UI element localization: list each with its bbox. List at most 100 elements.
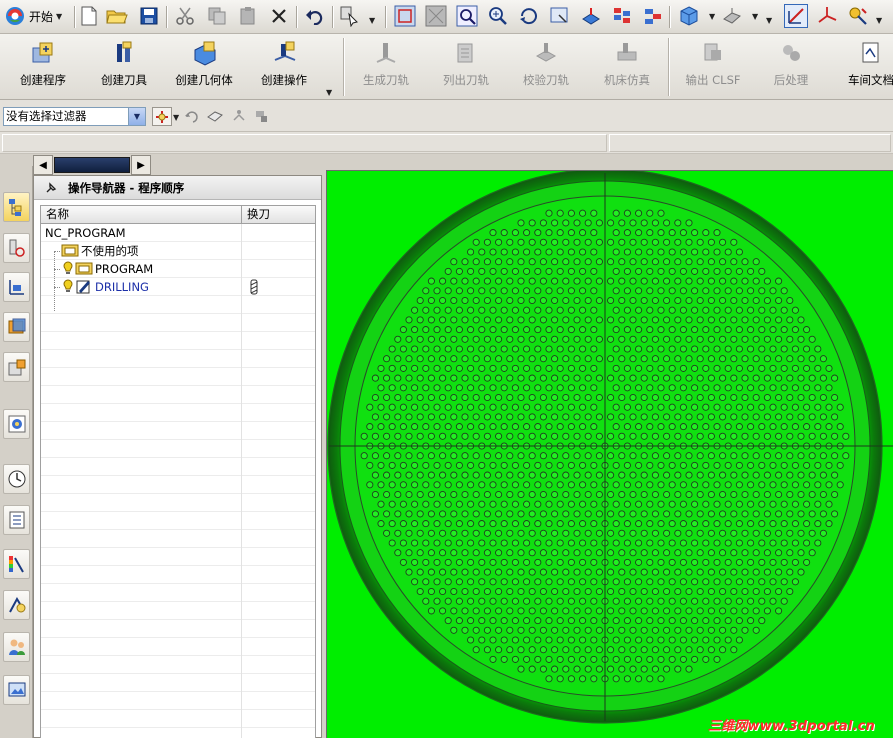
machine-simulation-button[interactable]: 机床仿真 bbox=[597, 38, 657, 96]
fit-view-icon[interactable] bbox=[393, 4, 417, 28]
snap-point-button[interactable] bbox=[152, 107, 172, 126]
motion-icon[interactable] bbox=[846, 4, 870, 28]
table-row[interactable]: DRILLING bbox=[41, 278, 315, 296]
shaded-cube-icon[interactable] bbox=[677, 4, 701, 28]
web-browser-icon[interactable] bbox=[3, 409, 30, 439]
drill-hole bbox=[556, 306, 564, 314]
select-feature-icon[interactable] bbox=[230, 108, 248, 127]
verify-toolpath-button[interactable]: 校验刀轨 bbox=[516, 38, 576, 96]
render-style-icon[interactable] bbox=[720, 4, 744, 28]
chevron-down-icon[interactable]: ▼ bbox=[766, 16, 772, 25]
rotate-icon[interactable] bbox=[517, 4, 541, 28]
chevron-down-icon[interactable]: ▼ bbox=[709, 12, 715, 21]
display-settings-icon[interactable] bbox=[3, 675, 30, 705]
drill-hole bbox=[691, 617, 699, 625]
color-palette-icon[interactable] bbox=[3, 549, 30, 579]
user-roles-icon[interactable] bbox=[3, 632, 30, 662]
paste-icon[interactable] bbox=[236, 4, 260, 28]
system-materials-icon[interactable] bbox=[3, 505, 30, 535]
pan-icon[interactable] bbox=[548, 4, 572, 28]
create-program-button[interactable]: 创建程序 bbox=[14, 38, 72, 96]
chevron-down-icon[interactable]: ▼ bbox=[128, 108, 145, 125]
chevron-down-icon[interactable]: ▼ bbox=[876, 16, 882, 25]
drill-hole bbox=[539, 607, 547, 615]
chevron-down-icon[interactable]: ▼ bbox=[56, 12, 62, 21]
drill-hole bbox=[607, 355, 615, 363]
drill-hole bbox=[691, 403, 699, 411]
select-tool-icon[interactable] bbox=[338, 4, 362, 28]
zoom-window-icon[interactable] bbox=[424, 4, 448, 28]
wcs-icon[interactable] bbox=[784, 4, 808, 28]
replay-icon[interactable] bbox=[641, 4, 665, 28]
select-back-icon[interactable] bbox=[184, 108, 200, 127]
tool-path-icon[interactable] bbox=[579, 4, 603, 28]
geometry-navigator-icon[interactable] bbox=[3, 272, 30, 302]
drill-hole bbox=[685, 413, 693, 421]
csys-icon[interactable] bbox=[815, 4, 839, 28]
create-tool-button[interactable]: 创建刀具 bbox=[95, 38, 153, 96]
drill-hole bbox=[707, 335, 715, 343]
undo-icon[interactable] bbox=[303, 4, 327, 28]
postprocess-button[interactable]: 后处理 bbox=[763, 38, 819, 96]
type-filter-select[interactable]: 没有选择过滤器 ▼ bbox=[3, 107, 146, 126]
drill-hole bbox=[707, 277, 715, 285]
chevron-left-icon[interactable]: ◀ bbox=[33, 155, 53, 175]
history-icon[interactable] bbox=[3, 464, 30, 494]
drill-hole bbox=[724, 539, 732, 547]
create-geometry-button[interactable]: 创建几何体 bbox=[170, 38, 238, 96]
chevron-down-icon[interactable]: ▼ bbox=[752, 12, 758, 21]
start-button[interactable]: 开始 ▼ bbox=[4, 4, 72, 28]
copy-icon[interactable] bbox=[205, 4, 229, 28]
select-solid-icon[interactable] bbox=[206, 108, 224, 127]
save-icon[interactable] bbox=[137, 4, 161, 28]
delete-icon[interactable] bbox=[267, 4, 291, 28]
generate-toolpath-button[interactable]: 生成刀轨 bbox=[356, 38, 416, 96]
chevron-right-icon[interactable]: ▶ bbox=[131, 155, 151, 175]
roles-icon[interactable] bbox=[3, 590, 30, 620]
column-header-name[interactable]: 名称 bbox=[41, 206, 242, 224]
column-header-toolchange[interactable]: 换刀 bbox=[242, 206, 315, 224]
tree-node[interactable]: PROGRAM bbox=[63, 260, 153, 278]
table-row[interactable]: PROGRAM bbox=[41, 260, 315, 278]
drill-hole bbox=[439, 277, 447, 285]
tree-node[interactable]: 不使用的项 bbox=[61, 242, 139, 260]
method-navigator-icon[interactable] bbox=[3, 312, 30, 342]
create-operation-button[interactable]: 创建操作 bbox=[254, 38, 314, 96]
drill-hole bbox=[455, 364, 463, 372]
drill-hole bbox=[713, 617, 721, 625]
pin-icon[interactable] bbox=[44, 181, 58, 195]
zoom-icon[interactable] bbox=[486, 4, 510, 28]
operation-navigator-icon[interactable] bbox=[3, 192, 30, 222]
tree-node[interactable]: NC_PROGRAM bbox=[45, 224, 126, 242]
navigator-tab-active[interactable] bbox=[54, 157, 130, 173]
tree-node[interactable]: DRILLING bbox=[63, 278, 149, 296]
shop-documentation-button[interactable]: 车间文档 bbox=[840, 38, 893, 96]
drill-hole bbox=[439, 316, 447, 324]
table-row[interactable]: 不使用的项 bbox=[41, 242, 315, 260]
drill-hole bbox=[707, 607, 715, 615]
generate-icon[interactable] bbox=[610, 4, 634, 28]
table-row[interactable]: NC_PROGRAM bbox=[41, 224, 315, 242]
chevron-down-icon[interactable]: ▼ bbox=[326, 88, 332, 97]
open-folder-icon[interactable] bbox=[105, 4, 129, 28]
drill-hole bbox=[685, 219, 693, 227]
new-file-icon[interactable] bbox=[77, 4, 101, 28]
drill-hole bbox=[511, 287, 519, 295]
drill-hole bbox=[663, 316, 671, 324]
drill-hole bbox=[388, 461, 396, 469]
drill-hole bbox=[444, 423, 452, 431]
graphics-window[interactable]: 三维网www.3dportal.cn bbox=[326, 168, 893, 738]
part-model[interactable] bbox=[327, 168, 893, 738]
drill-hole bbox=[797, 510, 805, 518]
output-clsf-button[interactable]: 输出 CLSF bbox=[677, 38, 749, 96]
chevron-down-icon[interactable]: ▼ bbox=[369, 16, 375, 25]
part-navigator-icon[interactable] bbox=[3, 352, 30, 382]
column-divider bbox=[241, 278, 242, 296]
chevron-down-icon[interactable]: ▼ bbox=[173, 113, 179, 122]
zoom-area-icon[interactable] bbox=[455, 4, 479, 28]
drill-hole bbox=[461, 452, 469, 460]
list-toolpath-button[interactable]: 列出刀轨 bbox=[436, 38, 496, 96]
cut-icon[interactable] bbox=[173, 4, 197, 28]
select-component-icon[interactable] bbox=[253, 108, 271, 127]
machine-tool-navigator-icon[interactable] bbox=[3, 233, 30, 263]
